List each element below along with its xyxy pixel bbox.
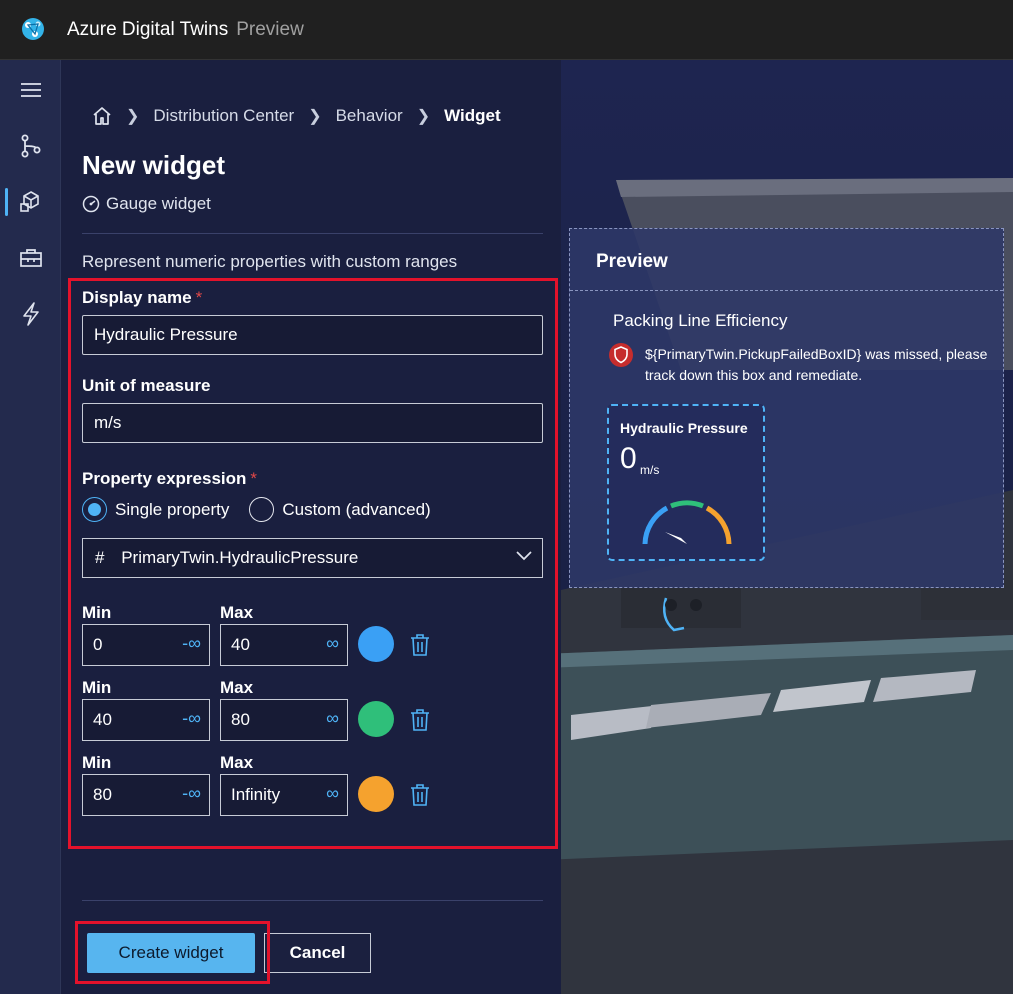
home-icon[interactable] <box>92 106 112 126</box>
chevron-right-icon: ❯ <box>308 108 322 125</box>
lightning-icon <box>22 302 39 326</box>
left-nav-rail <box>0 60 61 994</box>
menu-button[interactable] <box>0 68 61 112</box>
gauge-unit: m/s <box>640 463 660 477</box>
breadcrumb-behavior[interactable]: Behavior <box>336 106 403 126</box>
divider <box>82 233 543 234</box>
page-title: New widget <box>82 150 226 180</box>
app-title: Azure Digital Twins Preview <box>67 19 304 41</box>
cancel-button[interactable]: Cancel <box>264 933 371 973</box>
scene-builder-nav-button[interactable] <box>0 180 61 224</box>
chevron-right-icon: ❯ <box>416 108 431 125</box>
preview-title: Preview <box>596 251 668 272</box>
app-header: Azure Digital Twins Preview <box>0 0 1013 60</box>
breadcrumb-distribution-center[interactable]: Distribution Center <box>153 106 294 126</box>
gauge-value: 0 <box>620 442 637 475</box>
toolbox-nav-button[interactable] <box>0 236 61 280</box>
graph-nav-button[interactable] <box>0 124 61 168</box>
breadcrumb: ❯ Distribution Center ❯ Behavior ❯ Widge… <box>92 106 501 126</box>
gauge-icon <box>82 195 100 213</box>
widget-description: Represent numeric properties with custom… <box>82 252 458 271</box>
preview-alert-text: ${PrimaryTwin.PickupFailedBoxID} was mis… <box>645 346 988 383</box>
divider <box>82 900 543 901</box>
lightning-nav-button[interactable] <box>0 292 61 336</box>
widget-type: Gauge widget <box>82 194 211 214</box>
gauge-title: Hydraulic Pressure <box>620 420 748 436</box>
preview-card-title: Packing Line Efficiency <box>613 311 788 330</box>
widget-preview-card: Preview Packing Line Efficiency ${Primar… <box>569 228 1004 588</box>
highlight-box-form <box>68 278 558 849</box>
preview-header: Preview <box>570 229 1003 291</box>
gauge-needle <box>665 532 687 544</box>
azure-digital-twins-logo <box>22 18 44 40</box>
gauge-widget-preview[interactable]: Hydraulic Pressure 0 m/s <box>607 404 765 561</box>
app-preview-label: Preview <box>236 19 304 40</box>
breadcrumb-widget: Widget <box>444 106 501 125</box>
widget-type-label: Gauge widget <box>106 194 211 213</box>
shield-alert-icon <box>609 343 633 367</box>
scene-builder-icon <box>19 191 39 212</box>
menu-icon <box>20 83 41 97</box>
app-title-text: Azure Digital Twins <box>67 19 229 40</box>
chevron-right-icon: ❯ <box>126 108 140 125</box>
highlight-box-create <box>75 921 270 984</box>
toolbox-icon <box>19 249 42 267</box>
gauge-arc <box>642 500 732 545</box>
graph-icon <box>21 134 40 158</box>
